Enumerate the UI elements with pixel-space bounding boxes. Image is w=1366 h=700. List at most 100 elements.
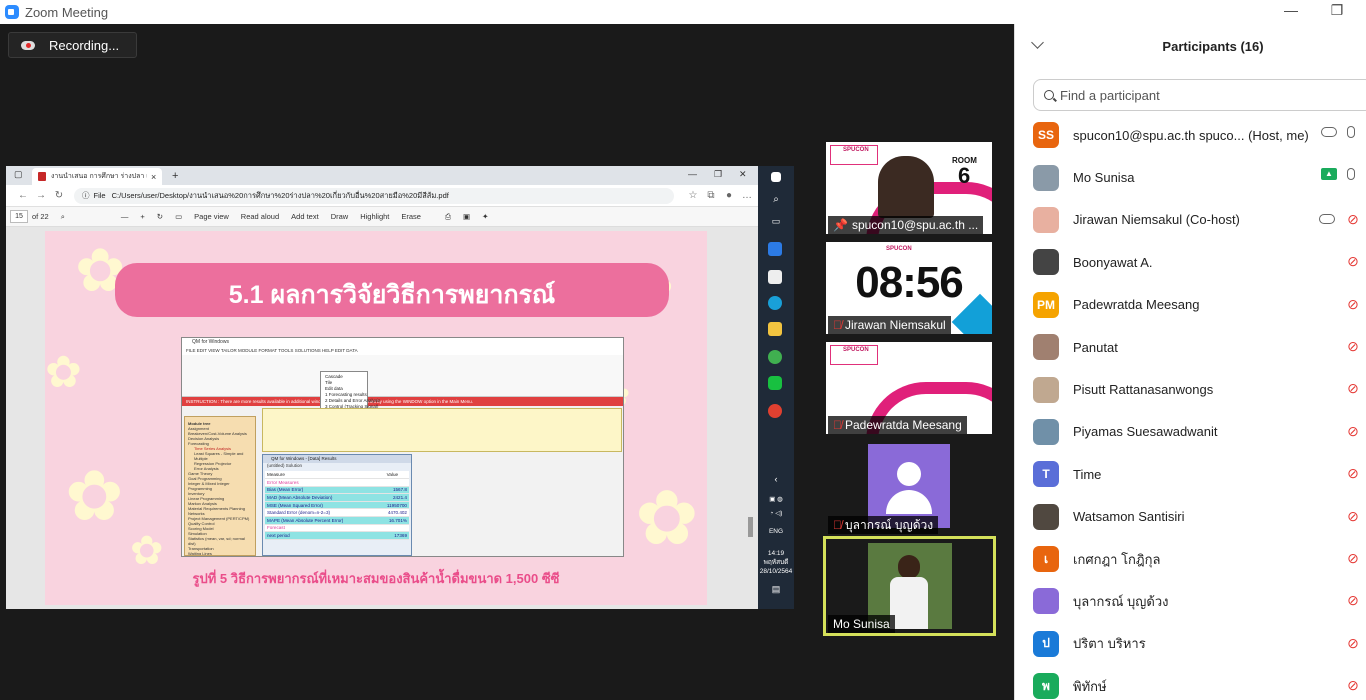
participant-row[interactable]: บุลากรณ์ บุญด้วง ⊘ (1015, 580, 1366, 622)
muted-mic-icon[interactable]: ⊘ (1345, 380, 1361, 396)
highlight-button[interactable]: Highlight (360, 212, 389, 221)
participant-name: เกศกฎา โกฎิกุล (1073, 551, 1161, 567)
network-icon[interactable]: ▣ ◍ (758, 496, 794, 503)
zoom-in-icon[interactable]: + (140, 212, 144, 221)
participant-row[interactable]: Piyamas Suesawadwanit ⊘ (1015, 411, 1366, 453)
muted-mic-icon[interactable]: ⊘ (1345, 465, 1361, 481)
new-tab-button[interactable]: + (172, 170, 178, 182)
page-number-input[interactable]: 15 (10, 210, 28, 223)
forward-icon[interactable]: → (32, 190, 50, 201)
participant-row[interactable]: พ พิทักษ์ ⊘ (1015, 665, 1366, 700)
print-icon[interactable]: ⎙ (445, 212, 451, 222)
meeting-stage: Recording... ▢ งานนำเสนอ การศึกษา ร่างปล… (0, 24, 1014, 700)
edge-icon[interactable] (768, 296, 782, 310)
qm-results-subtitle: (untitled) Solution (267, 463, 303, 468)
search-pdf-icon[interactable]: ⌕ (61, 212, 65, 222)
read-aloud-button[interactable]: Read aloud (241, 212, 279, 221)
browser-address-bar: ← → ↻ ⓘ File C:/Users/user/Desktop/งานนำ… (6, 185, 794, 207)
collections-icon[interactable]: ⧉ (702, 190, 720, 201)
search-taskbar-icon[interactable]: ⌕ (758, 195, 794, 205)
mail-icon[interactable] (768, 242, 782, 256)
page-view-button[interactable]: Page view (194, 212, 229, 221)
browser-tab-pdf[interactable]: งานนำเสนอ การศึกษา ร่างปลา เพื่อง × (32, 168, 162, 185)
participant-row[interactable]: SS spucon10@spu.ac.th spuco... (Host, me) (1015, 114, 1366, 156)
browser-restore-icon[interactable]: ❐ (714, 169, 722, 180)
mic-icon[interactable] (1347, 168, 1355, 181)
participant-row[interactable]: เ เกศกฎา โกฎิกุล ⊘ (1015, 538, 1366, 580)
slide-caption: รูปที่ 5 วิธีการพยากรณ์ที่เหมาะสมของสินค… (192, 571, 560, 586)
refresh-icon[interactable]: ↻ (50, 190, 68, 201)
browser-minimize-icon[interactable]: — (688, 169, 697, 179)
muted-mic-icon[interactable]: ⊘ (1345, 211, 1361, 227)
video-tile-host[interactable]: SPUCON ROOM 6 📌 spucon10@spu.ac.th ... (826, 142, 992, 234)
back-icon[interactable]: ← (14, 190, 32, 201)
chrome-icon[interactable] (768, 404, 782, 418)
muted-mic-icon[interactable]: ⊘ (1345, 592, 1361, 608)
file-explorer-icon[interactable] (768, 322, 782, 336)
participant-status-icons: ⊘ (1345, 508, 1361, 524)
clock-time[interactable]: 14:19 (758, 550, 794, 557)
participant-row[interactable]: Watsamon Santisiri ⊘ (1015, 496, 1366, 538)
muted-mic-icon[interactable]: ⊘ (1345, 338, 1361, 354)
rotate-icon[interactable]: ↻ (157, 212, 163, 221)
table-row: MAD (Mean Absolute Deviation) 2421.4 (265, 493, 409, 502)
screen-share-icon[interactable]: ▲ (1321, 168, 1337, 181)
profile-icon[interactable]: ● (720, 190, 738, 201)
muted-mic-icon[interactable]: ⊘ (1345, 253, 1361, 269)
pdf-viewport[interactable]: ✿ ✿ ✿ ✿ ✿ ✿ ✿ 5.1 ผลการวิจัยวิธีการพยากร… (6, 227, 758, 609)
task-view-icon[interactable]: ▭ (758, 217, 794, 226)
video-tile-jirawan[interactable]: SPUCON 08:56 🎙̸ Jirawan Niemsakul (826, 242, 992, 334)
minimize-button[interactable]: — (1276, 2, 1306, 18)
windows-start-icon[interactable] (771, 172, 781, 182)
muted-mic-icon[interactable]: ⊘ (1345, 550, 1361, 566)
line-icon[interactable] (768, 376, 782, 390)
participant-row[interactable]: Jirawan Niemsakul (Co-host) ⊘ (1015, 199, 1366, 241)
pdf-scrollbar[interactable] (748, 517, 753, 537)
app-green-icon[interactable] (768, 350, 782, 364)
muted-mic-icon[interactable]: ⊘ (1345, 677, 1361, 693)
browser-close-icon[interactable]: ✕ (739, 169, 747, 180)
mic-icon[interactable] (1347, 126, 1355, 138)
fit-icon[interactable]: ▭ (175, 212, 182, 221)
erase-button[interactable]: Erase (401, 212, 421, 221)
participant-row[interactable]: Boonyawat A. ⊘ (1015, 241, 1366, 283)
add-text-button[interactable]: Add text (291, 212, 319, 221)
participant-search[interactable] (1033, 79, 1366, 111)
participant-row[interactable]: Panutat ⊘ (1015, 326, 1366, 368)
url-field[interactable]: ⓘ File C:/Users/user/Desktop/งานนำเสนอ%2… (74, 187, 674, 204)
notifications-icon[interactable]: ▤ (758, 585, 794, 594)
participants-title: Participants (16) (1162, 39, 1264, 54)
muted-mic-icon[interactable]: ⊘ (1345, 635, 1361, 651)
pin-icon[interactable]: ✦ (482, 212, 488, 221)
store-icon[interactable] (768, 270, 782, 284)
search-input[interactable] (1060, 87, 1340, 103)
page-count: of 22 (32, 212, 49, 221)
participant-row[interactable]: ป ปริตา บริหาร ⊘ (1015, 623, 1366, 665)
favorites-icon[interactable]: ☆ (684, 190, 702, 201)
language-indicator[interactable]: ENG (758, 528, 794, 535)
draw-button[interactable]: Draw (331, 212, 349, 221)
cloud-recording-icon[interactable] (1319, 213, 1335, 224)
video-tile-padewratda[interactable]: SPUCON 🎙̸ Padewratda Meesang (826, 342, 992, 434)
qm-results-title: QM for Windows - [Data] Results (263, 455, 411, 463)
recording-label: Recording... (49, 37, 120, 53)
participant-row[interactable]: PM Padewratda Meesang ⊘ (1015, 284, 1366, 326)
participant-row[interactable]: Mo Sunisa ▲ (1015, 156, 1366, 198)
tab-actions-icon[interactable]: ▢ (14, 169, 23, 180)
participant-row[interactable]: T Time ⊘ (1015, 453, 1366, 495)
muted-mic-icon[interactable]: ⊘ (1345, 296, 1361, 312)
tray-chevron-icon[interactable]: ‹ (758, 475, 794, 484)
tab-close-icon[interactable]: × (151, 172, 156, 182)
participant-row[interactable]: Pisutt Rattanasanwongs ⊘ (1015, 368, 1366, 410)
muted-mic-icon[interactable]: ⊘ (1345, 508, 1361, 524)
more-icon[interactable]: … (738, 190, 756, 201)
restore-button[interactable]: ❐ (1322, 2, 1352, 19)
video-tile-mo-sunisa-active[interactable]: Mo Sunisa (823, 536, 996, 636)
save-icon[interactable]: ▣ (463, 212, 470, 221)
zoom-out-icon[interactable]: — (121, 212, 129, 221)
video-tile-bulaporn[interactable]: 🎙̸ บุลากรณ์ บุญด้วง (826, 442, 992, 534)
volume-icon[interactable]: ◔ ◁) (758, 510, 794, 517)
recording-indicator[interactable]: Recording... (8, 32, 137, 58)
muted-mic-icon[interactable]: ⊘ (1345, 423, 1361, 439)
cloud-recording-icon[interactable] (1321, 127, 1337, 137)
